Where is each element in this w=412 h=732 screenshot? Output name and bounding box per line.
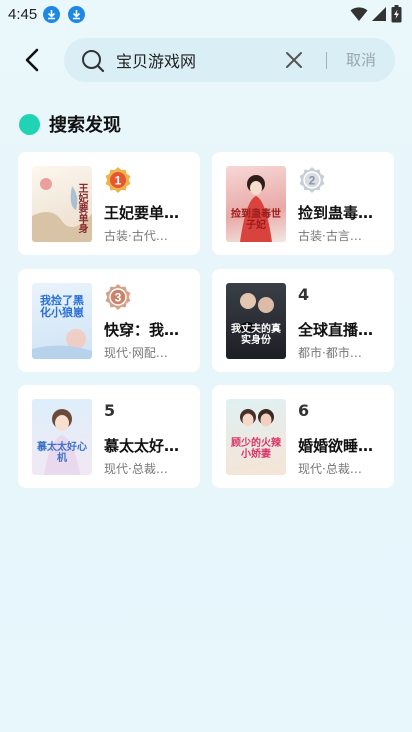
- chevron-left-icon: [25, 48, 39, 72]
- search-icon: [82, 50, 105, 73]
- book-card[interactable]: 我丈夫的真实身份 4 全球直播… 都市·都市…: [212, 269, 394, 372]
- rank-gold-badge-icon: 1: [105, 167, 131, 193]
- cover-title: 王妃要单身: [76, 183, 87, 233]
- rank-number: 3: [115, 291, 122, 305]
- wifi-icon: [350, 7, 368, 21]
- section-dot-icon: [19, 113, 40, 135]
- book-tags: 古装·古代…: [104, 229, 168, 243]
- book-card[interactable]: 慕太太好心机 5 慕太太好… 现代·总裁…: [18, 385, 200, 488]
- rank-number: 6: [298, 401, 310, 420]
- cover-art: [240, 409, 274, 427]
- book-tags: 现代·总裁…: [104, 462, 168, 476]
- cover-title: 顾少的火辣小娇妻: [231, 438, 281, 460]
- book-tags: 现代·总裁…: [298, 462, 362, 476]
- book-title: 王妃要单…: [104, 204, 180, 222]
- book-title: 捡到蛊毒…: [298, 204, 374, 222]
- book-cover: 王妃要单身: [32, 166, 92, 242]
- search-bar: 取消: [0, 36, 412, 84]
- book-title: 慕太太好…: [104, 437, 180, 455]
- rank-number: 4: [298, 285, 310, 304]
- rank-silver-badge-icon: 2: [299, 167, 325, 193]
- book-cover: 我捡了黑化小狼崽: [32, 283, 92, 359]
- download-icon: [43, 5, 61, 23]
- cover-title: 捡到蛊毒世子妃: [231, 209, 281, 231]
- search-box[interactable]: 取消: [64, 38, 395, 82]
- rank-number: 1: [115, 174, 122, 188]
- section-header: 搜索发现: [19, 111, 121, 137]
- clear-icon[interactable]: [284, 50, 304, 70]
- book-tags: 古装·古言…: [298, 229, 362, 243]
- rank-bronze-badge-icon: 3: [105, 284, 131, 310]
- book-cover: 我丈夫的真实身份: [226, 283, 286, 359]
- section-title: 搜索发现: [49, 115, 121, 136]
- cancel-button[interactable]: 取消: [346, 38, 376, 82]
- status-time: 4:45: [8, 5, 38, 23]
- book-card[interactable]: 捡到蛊毒世子妃 2 捡到蛊毒… 古装·古言…: [212, 152, 394, 255]
- book-title: 全球直播…: [298, 321, 374, 339]
- rank-number: 5: [104, 401, 116, 420]
- status-bar: 4:45: [0, 0, 412, 28]
- book-title: 婚婚欲睡…: [298, 437, 374, 455]
- book-cover: 慕太太好心机: [32, 399, 92, 475]
- signal-icon: [372, 7, 386, 21]
- book-card[interactable]: 我捡了黑化小狼崽 3 快穿：我… 现代·网配…: [18, 269, 200, 372]
- book-tags: 现代·网配…: [104, 346, 168, 360]
- download-icon: [68, 5, 86, 23]
- search-input[interactable]: [116, 38, 286, 82]
- book-card[interactable]: 顾少的火辣小娇妻 6 婚婚欲睡… 现代·总裁…: [212, 385, 394, 488]
- back-button[interactable]: [18, 46, 46, 74]
- cover-title: 慕太太好心机: [37, 442, 87, 464]
- book-card[interactable]: 王妃要单身 1 王妃要单… 古装·古代…: [18, 152, 200, 255]
- cover-title: 我丈夫的真实身份: [231, 324, 281, 346]
- battery-icon: [391, 5, 402, 23]
- book-title: 快穿：我…: [104, 321, 180, 339]
- search-divider: [326, 52, 327, 69]
- book-cover: 顾少的火辣小娇妻: [226, 399, 286, 475]
- cover-title: 我捡了黑化小狼崽: [40, 294, 84, 319]
- cover-art: [234, 293, 282, 335]
- rank-number: 2: [309, 174, 316, 188]
- book-cover: 捡到蛊毒世子妃: [226, 166, 286, 242]
- book-tags: 都市·都市…: [298, 346, 362, 360]
